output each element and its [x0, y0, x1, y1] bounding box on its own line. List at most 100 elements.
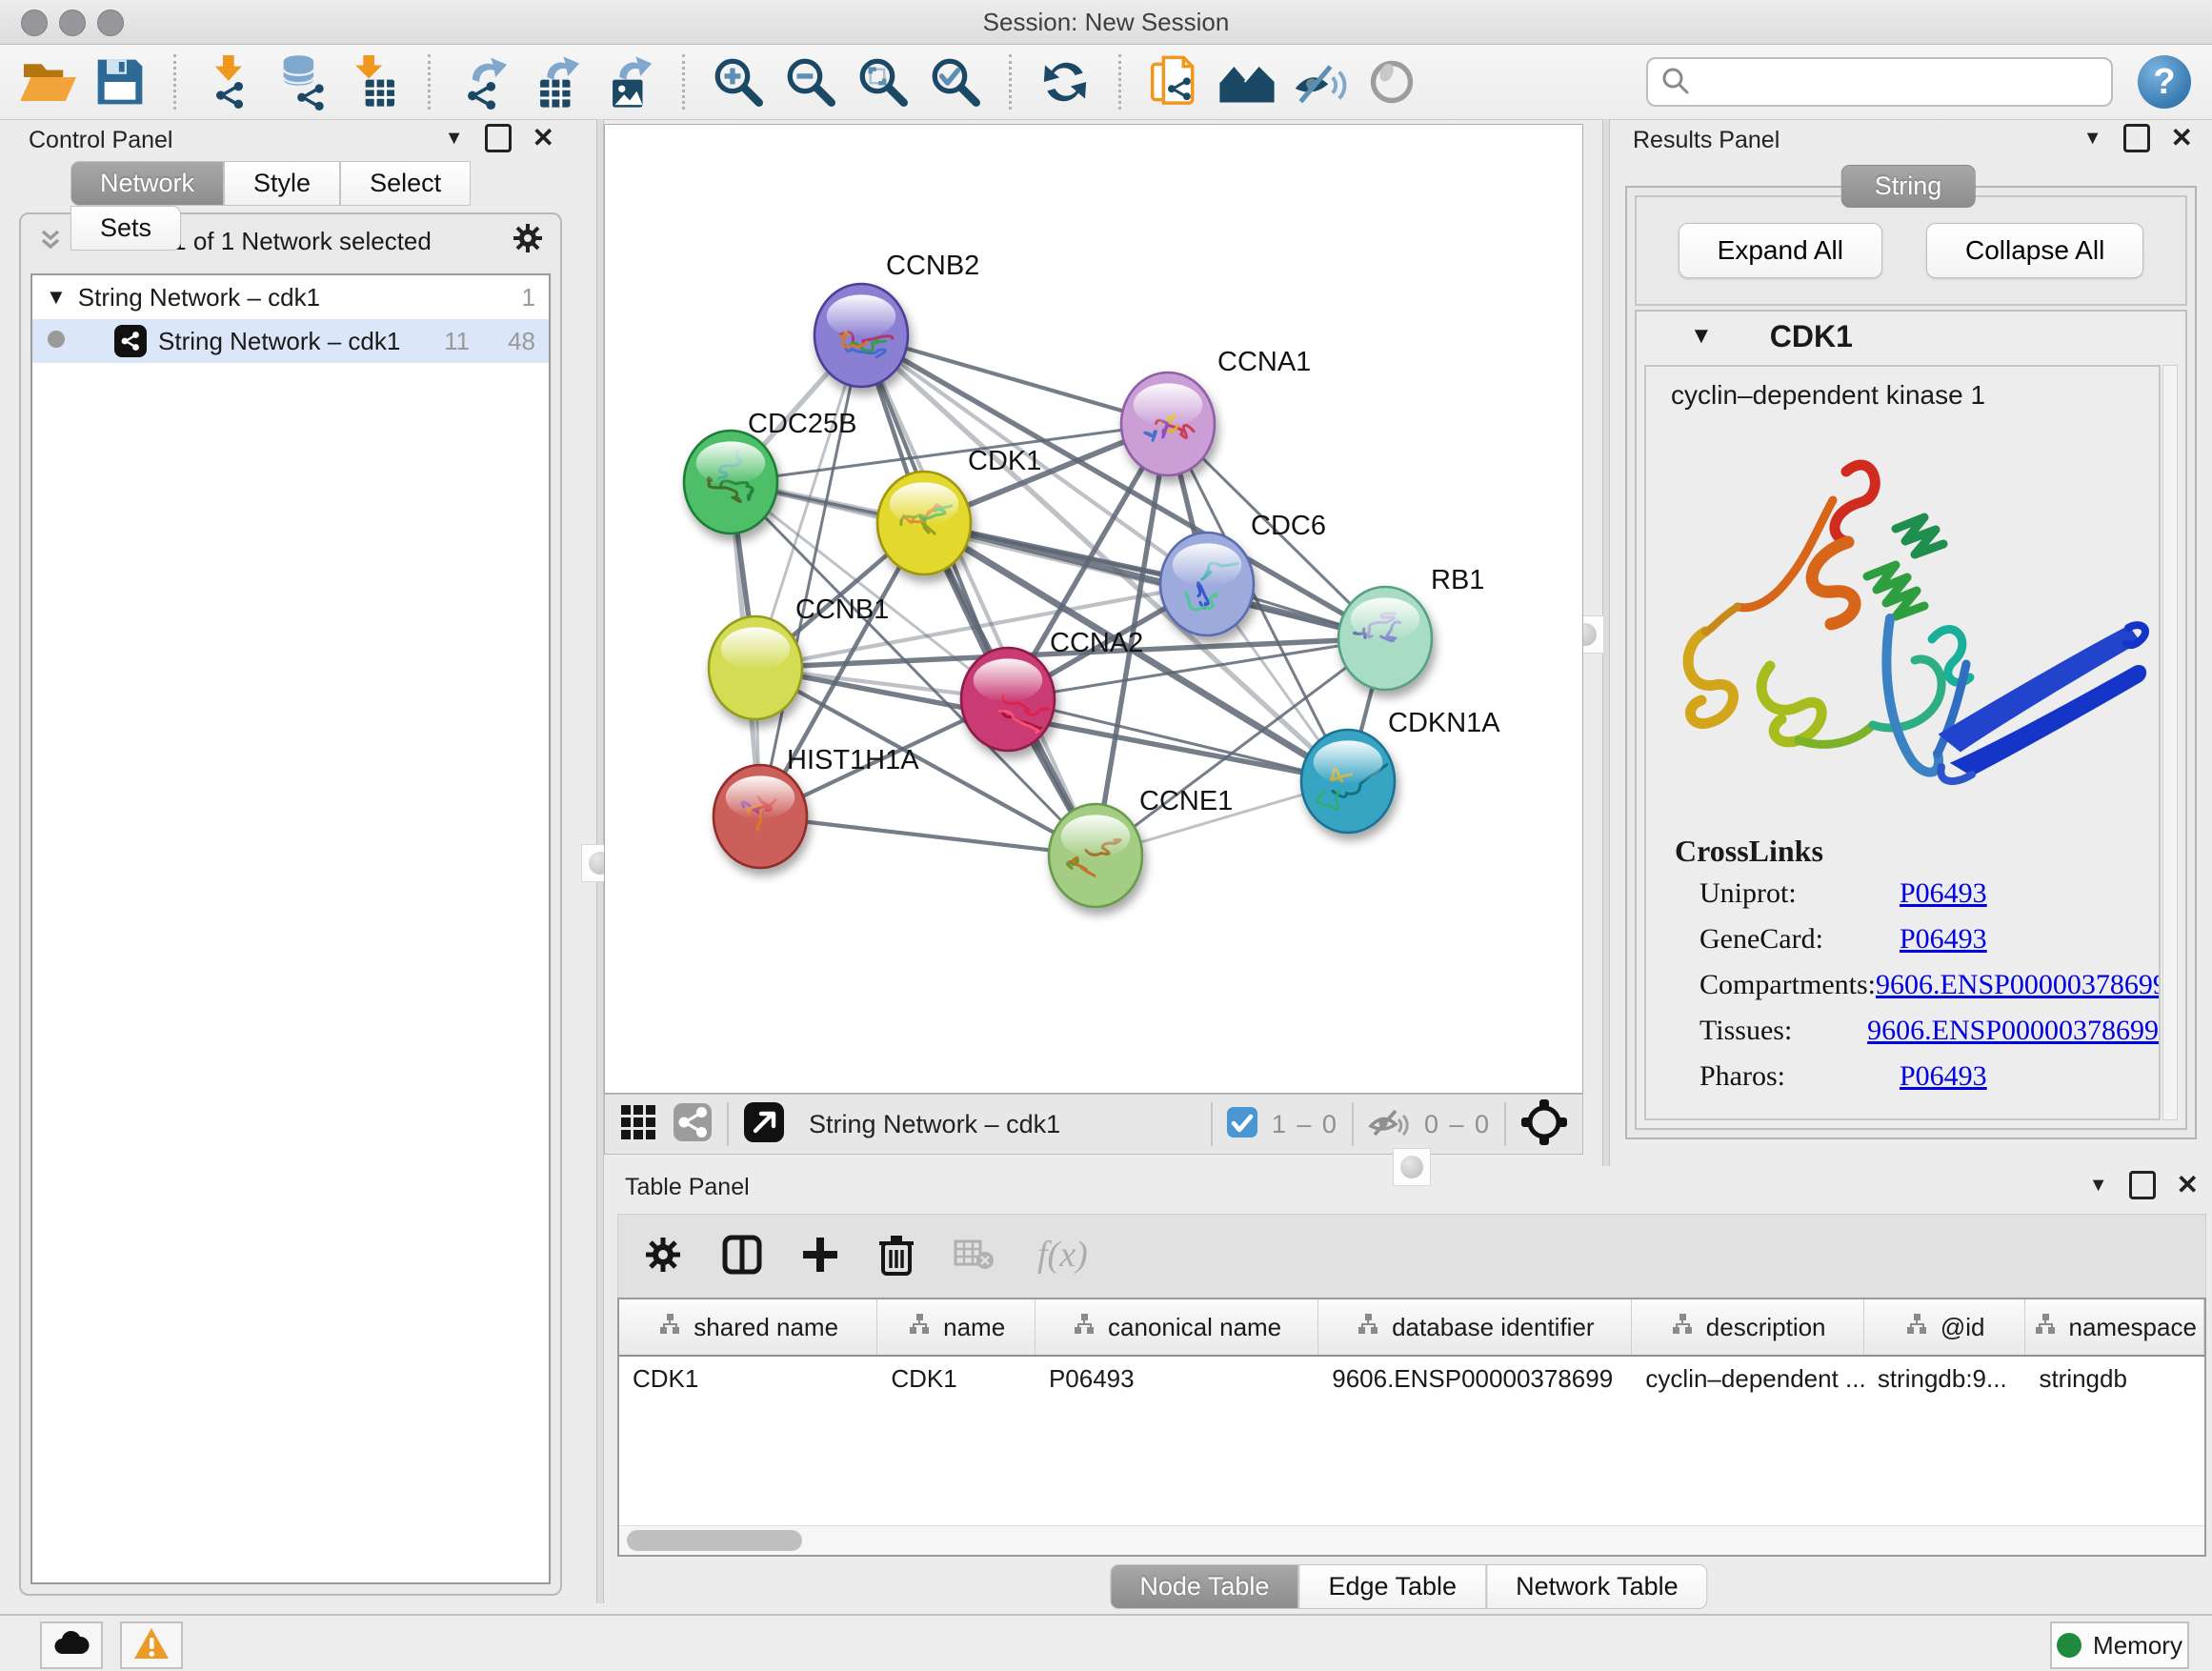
- hide-eye-icon[interactable]: [1290, 52, 1349, 111]
- network-node-ccna1[interactable]: CCNA1: [1121, 347, 1311, 475]
- export-table-icon[interactable]: [527, 52, 586, 111]
- table-cell[interactable]: stringdb:9...: [1864, 1364, 2026, 1394]
- hidden-eye-icon[interactable]: [1367, 1103, 1411, 1146]
- results-close-icon[interactable]: ✕: [2171, 129, 2193, 148]
- tab-network[interactable]: Network: [70, 161, 224, 206]
- search-input[interactable]: [1646, 57, 2113, 107]
- table-hscroll-thumb[interactable]: [627, 1530, 802, 1551]
- results-scrollbar[interactable]: [2162, 365, 2178, 1120]
- column-header-canonical-name[interactable]: canonical name: [1036, 1299, 1318, 1355]
- results-float-icon[interactable]: [2123, 124, 2150, 152]
- show-columns-icon[interactable]: [721, 1234, 763, 1280]
- column-header-description[interactable]: description: [1632, 1299, 1863, 1355]
- panel-float-icon[interactable]: [485, 124, 512, 152]
- column-header-namespace[interactable]: namespace: [2025, 1299, 2204, 1355]
- table-row[interactable]: CDK1CDK1P064939606.ENSP00000378699cyclin…: [619, 1357, 2204, 1400]
- table-hscrollbar[interactable]: [619, 1525, 2204, 1555]
- network-graph[interactable]: CCNB2 CCNA1 CDC25B CDK1 CDC6 RB1 CCNB1 C…: [605, 125, 1582, 1093]
- column-header-shared-name[interactable]: shared name: [619, 1299, 877, 1355]
- panel-menu-icon[interactable]: ▼: [445, 128, 464, 150]
- delete-column-trash-icon[interactable]: [877, 1234, 915, 1280]
- table-cell[interactable]: CDK1: [619, 1364, 877, 1394]
- column-header-name[interactable]: name: [877, 1299, 1036, 1355]
- gene-description: cyclin–dependent kinase 1: [1646, 367, 2159, 411]
- memory-button[interactable]: Memory: [2050, 1621, 2189, 1669]
- add-column-icon[interactable]: [801, 1236, 839, 1278]
- panel-close-icon[interactable]: ✕: [533, 129, 554, 148]
- crosslink-link[interactable]: P06493: [1900, 877, 1987, 910]
- network-row[interactable]: String Network – cdk1 11 48: [32, 319, 549, 363]
- network-node-ccnb1[interactable]: CCNB1: [709, 594, 889, 719]
- export-image-icon[interactable]: [599, 52, 658, 111]
- string-houses-icon[interactable]: [1217, 52, 1277, 111]
- gene-section-header[interactable]: ▼ CDK1: [1637, 312, 2185, 361]
- network-edge[interactable]: [760, 816, 1096, 856]
- network-view-toolbar: String Network – cdk1 1 – 0 0 – 0: [604, 1094, 1583, 1155]
- table-menu-icon[interactable]: ▼: [2089, 1175, 2108, 1197]
- help-button[interactable]: ?: [2138, 55, 2191, 109]
- tab-node-table[interactable]: Node Table: [1110, 1564, 1298, 1609]
- crosslink-link[interactable]: P06493: [1900, 923, 1987, 956]
- expand-all-button[interactable]: Expand All: [1679, 223, 1882, 278]
- cloud-status-button[interactable]: [40, 1621, 103, 1669]
- network-share-view-icon[interactable]: [672, 1101, 714, 1148]
- gene-expand-icon[interactable]: ▼: [1690, 323, 1713, 350]
- open-file-icon[interactable]: [18, 52, 77, 111]
- crosslink-link[interactable]: P06493: [1900, 1060, 1987, 1093]
- open-in-new-window-icon[interactable]: [742, 1100, 786, 1149]
- gene-details: cyclin–dependent kinase 1: [1644, 365, 2161, 1120]
- selected-checkbox-icon[interactable]: [1226, 1106, 1258, 1143]
- refresh-view-icon[interactable]: [1036, 52, 1095, 111]
- import-network-database-icon[interactable]: [272, 52, 332, 111]
- save-session-icon[interactable]: [90, 52, 150, 111]
- table-close-icon[interactable]: ✕: [2177, 1176, 2199, 1195]
- table-cell[interactable]: 9606.ENSP00000378699: [1318, 1364, 1632, 1394]
- import-table-icon[interactable]: [345, 52, 404, 111]
- collection-expand-icon[interactable]: ▼: [46, 285, 67, 310]
- network-node-ccnb2[interactable]: CCNB2: [814, 251, 979, 387]
- tab-edge-table[interactable]: Edge Table: [1298, 1564, 1486, 1609]
- table-header-row[interactable]: shared namenamecanonical namedatabase id…: [619, 1299, 2204, 1357]
- table-settings-gear-icon[interactable]: [643, 1235, 683, 1279]
- document-share-icon[interactable]: [1145, 52, 1204, 111]
- table-cell[interactable]: cyclin–dependent ...: [1632, 1364, 1863, 1394]
- zoom-in-icon[interactable]: [709, 52, 768, 111]
- table-cell[interactable]: P06493: [1036, 1364, 1318, 1394]
- node-table[interactable]: shared namenamecanonical namedatabase id…: [617, 1298, 2206, 1557]
- zoom-out-icon[interactable]: [781, 52, 840, 111]
- import-network-icon[interactable]: [200, 52, 259, 111]
- grid-view-icon[interactable]: [618, 1102, 658, 1147]
- zoom-fit-icon[interactable]: [854, 52, 913, 111]
- crosslink-link[interactable]: 9606.ENSP00000378699: [1876, 969, 2161, 1001]
- tab-string[interactable]: String: [1841, 165, 1976, 208]
- collapse-all-icon[interactable]: [36, 226, 65, 257]
- column-header--id[interactable]: @id: [1864, 1299, 2026, 1355]
- tab-style[interactable]: Style: [224, 161, 340, 206]
- network-node-rb1[interactable]: RB1: [1338, 565, 1484, 690]
- export-network-icon[interactable]: [454, 52, 513, 111]
- network-node-cdkn1a[interactable]: CDKN1A: [1301, 708, 1500, 833]
- birdseye-crosshair-icon[interactable]: [1519, 1097, 1569, 1152]
- table-cell[interactable]: stringdb: [2025, 1364, 2204, 1394]
- network-node-hist1h1a[interactable]: HIST1H1A: [714, 745, 919, 868]
- column-header-database-identifier[interactable]: database identifier: [1318, 1299, 1632, 1355]
- table-toolbar: f(x): [617, 1214, 2206, 1299]
- network-edge[interactable]: [861, 335, 1096, 856]
- collapse-all-button[interactable]: Collapse All: [1926, 223, 2143, 278]
- network-canvas[interactable]: CCNB2 CCNA1 CDC25B CDK1 CDC6 RB1 CCNB1 C…: [604, 124, 1583, 1094]
- table-cell[interactable]: CDK1: [877, 1364, 1036, 1394]
- crosslink-link[interactable]: 9606.ENSP00000378699: [1867, 1015, 2159, 1047]
- zoom-selected-icon[interactable]: [926, 52, 985, 111]
- tab-select[interactable]: Select: [340, 161, 471, 206]
- network-node-ccne1[interactable]: CCNE1: [1049, 786, 1233, 907]
- tab-sets[interactable]: Sets: [70, 206, 181, 251]
- table-float-icon[interactable]: [2129, 1171, 2156, 1199]
- network-collection-row[interactable]: ▼ String Network – cdk1 1: [32, 275, 549, 319]
- tab-network-table[interactable]: Network Table: [1486, 1564, 1708, 1609]
- warning-status-button[interactable]: [120, 1621, 183, 1669]
- collection-label: String Network – cdk1: [78, 283, 320, 312]
- results-menu-icon[interactable]: ▼: [2083, 128, 2102, 150]
- selected-node-edge-count: 1 – 0: [1272, 1110, 1338, 1139]
- gray-sphere-icon[interactable]: [1362, 52, 1421, 111]
- network-node-cdk1[interactable]: CDK1: [877, 446, 1041, 574]
